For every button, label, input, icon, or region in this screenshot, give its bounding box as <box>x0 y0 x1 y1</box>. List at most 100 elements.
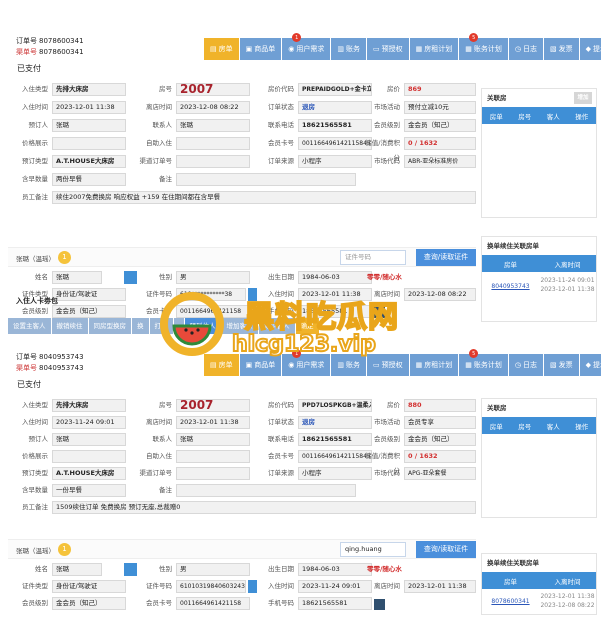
price-display-field[interactable] <box>52 450 126 463</box>
guest-member-card-field[interactable]: 0011664961421158 <box>176 305 250 318</box>
market-activity-field[interactable]: 预付立减10元 <box>404 101 476 114</box>
breakfast-field[interactable]: 一份早餐 <box>52 484 126 497</box>
booking-type-field[interactable]: A.T.HOUSE大床房 <box>52 155 126 168</box>
booking-type-field[interactable]: A.T.HOUSE大床房 <box>52 467 126 480</box>
member-level-field[interactable]: 金会员（知己） <box>404 433 476 446</box>
staff-remark-field[interactable]: 续住2007免费换房 响应权益 +159 在住期间都在含早餐 <box>52 191 476 204</box>
qrcode-icon[interactable] <box>374 599 385 610</box>
toolbar-card-button[interactable]: ▭ 预授权 <box>366 354 409 376</box>
gender-field[interactable]: 男 <box>176 563 250 576</box>
guest-member-card-field[interactable]: 0011664961421158 <box>176 597 250 610</box>
toolbar-cart-button[interactable]: ▣ 商品单 <box>239 38 282 60</box>
query-id-button[interactable]: 查询/读取证件 <box>416 249 476 266</box>
member-level-field[interactable]: 金会员（知己） <box>404 119 476 132</box>
swap-order-link[interactable]: 8078600341 <box>491 598 529 605</box>
points-field[interactable]: 0 / 1632 <box>404 137 476 150</box>
market-code-field[interactable]: APG-亚朵套餐 <box>404 467 476 480</box>
toolbar-cart-button[interactable]: ▣ 商品单 <box>239 354 282 376</box>
phone-field[interactable]: 18621565581 <box>298 597 372 610</box>
auto-checkin-field[interactable] <box>176 137 250 150</box>
action-button-0[interactable]: 设置主客人 <box>8 318 51 334</box>
staff-remark-field[interactable]: 1509续住订单 免费换房 预订无座,总裁赠0 <box>52 501 476 514</box>
id-search-input[interactable]: qing.huang <box>340 542 406 557</box>
toolbar-user-button[interactable]: ◉ 用户需求 1 <box>282 349 331 376</box>
rate-code-label: 房价代码 <box>268 85 294 93</box>
action-button-5[interactable] <box>173 318 184 334</box>
toolbar-pin-button[interactable]: ◆提示 <box>579 354 601 376</box>
id-card-icon[interactable] <box>124 563 137 576</box>
action-button-6[interactable]: 预到住人 <box>184 318 221 334</box>
action-button-2[interactable]: 同房型换房 <box>88 318 131 334</box>
id-card-icon[interactable] <box>124 271 137 284</box>
id-no-field[interactable]: 610***********38 <box>176 288 246 301</box>
guest-checkout-field[interactable]: 2023-12-08 08:22 <box>404 288 476 301</box>
toolbar-ledger-button[interactable]: ▥ 账务 <box>331 354 366 376</box>
contact-field[interactable]: 张璐 <box>176 119 250 132</box>
remark-field[interactable] <box>176 484 356 497</box>
id-no-field[interactable]: 610103198406032438 <box>176 580 246 593</box>
guest-member-level-field[interactable]: 金会员（知己） <box>52 597 126 610</box>
guest-name-field[interactable]: 张璐 <box>52 563 102 576</box>
toolbar-card-button[interactable]: ▭ 预授权 <box>366 38 409 60</box>
toolbar-clock-button[interactable]: ◷ 日志 <box>508 354 543 376</box>
action-button-8[interactable]: 减少客人 <box>258 318 295 334</box>
room-no-field[interactable]: 2007 <box>176 83 250 96</box>
action-button-3[interactable]: 换 <box>132 318 149 334</box>
action-button-1[interactable]: 撤销续住 <box>51 318 88 334</box>
phone-field[interactable]: 18621565581 <box>298 305 372 318</box>
guest-name-field[interactable]: 张璐 <box>52 271 102 284</box>
query-id-button[interactable]: 查询/读取证件 <box>416 541 476 558</box>
toolbar-invoice-button[interactable]: ▧ 发票 <box>543 354 579 376</box>
price-display-field[interactable] <box>52 137 126 150</box>
scan-id-icon[interactable] <box>248 288 257 301</box>
contact-field[interactable]: 张璐 <box>176 433 250 446</box>
checkin-type-field[interactable]: 先排大床房 <box>52 399 126 412</box>
gender-field[interactable]: 男 <box>176 271 250 284</box>
checkin-time-field[interactable]: 2023-11-24 09:01 <box>52 416 126 429</box>
market-code-field[interactable]: ABR-亚朵标准房价 <box>404 155 476 168</box>
swap-order-link[interactable]: 8040953743 <box>491 283 529 290</box>
toolbar-calendar-button[interactable]: ▦ 房租计划 <box>409 38 459 60</box>
toolbar-calendar-button[interactable]: ▦ 账务计划 5 <box>459 33 508 60</box>
booker-field[interactable]: 张璐 <box>52 433 126 446</box>
auto-checkin-field[interactable] <box>176 450 250 463</box>
toolbar-user-button[interactable]: ◉ 用户需求 1 <box>282 33 331 60</box>
action-button-4[interactable]: 打印 <box>149 318 173 334</box>
checkout-time-field[interactable]: 2023-12-08 08:22 <box>176 101 250 114</box>
guest-tab[interactable]: 张璐（温瑶） <box>16 253 55 263</box>
market-activity-field[interactable]: 会员专享 <box>404 416 476 429</box>
action-button-9[interactable]: 确定 <box>295 318 319 334</box>
toolbar-calendar-button[interactable]: ▦ 房租计划 <box>409 354 459 376</box>
birth-field[interactable]: 1984-06-03 <box>298 271 372 284</box>
room-price-field[interactable]: 869 <box>404 83 476 96</box>
channel-order-field[interactable] <box>176 467 250 480</box>
add-related-button[interactable]: 增加 <box>574 92 592 104</box>
room-no-field[interactable]: 2007 <box>176 399 250 412</box>
checkin-time-field[interactable]: 2023-12-01 11:38 <box>52 101 126 114</box>
checkout-time-field[interactable]: 2023-12-01 11:38 <box>176 416 250 429</box>
toolbar-invoice-button[interactable]: ▧ 发票 <box>543 38 579 60</box>
channel-order-field[interactable] <box>176 155 250 168</box>
id-search-input[interactable]: 证件号码 <box>340 250 406 265</box>
breakfast-field[interactable]: 两份早餐 <box>52 173 126 186</box>
toolbar-ledger-button[interactable]: ▥ 账务 <box>331 38 366 60</box>
guest-member-level-field[interactable]: 金会员（知己） <box>52 305 126 318</box>
action-button-7[interactable]: 增加客人 <box>221 318 258 334</box>
toolbar-pin-button[interactable]: ◆提示 <box>579 38 601 60</box>
toolbar-document-button[interactable]: ▤ 房单 <box>204 354 239 376</box>
guest-tab[interactable]: 张璐（温瑶） <box>16 545 55 555</box>
toolbar-clock-button[interactable]: ◷ 日志 <box>508 38 543 60</box>
booker-field[interactable]: 张璐 <box>52 119 126 132</box>
guest-checkout-field[interactable]: 2023-12-01 11:38 <box>404 580 476 593</box>
id-type-field[interactable]: 身份证/驾驶证 <box>52 580 126 593</box>
remark-field[interactable] <box>176 173 356 186</box>
id-type-field[interactable]: 身份证/驾驶证 <box>52 288 126 301</box>
checkin-type-field[interactable]: 先排大床房 <box>52 83 126 96</box>
room-price-field[interactable]: 880 <box>404 399 476 412</box>
birth-field[interactable]: 1984-06-03 <box>298 563 372 576</box>
scan-id-icon[interactable] <box>248 580 257 593</box>
toolbar-document-button[interactable]: ▤ 房单 <box>204 38 239 60</box>
toolbar-calendar-button[interactable]: ▦ 账务计划 5 <box>459 349 508 376</box>
qrcode-icon[interactable] <box>374 307 385 318</box>
points-field[interactable]: 0 / 1632 <box>404 450 476 463</box>
